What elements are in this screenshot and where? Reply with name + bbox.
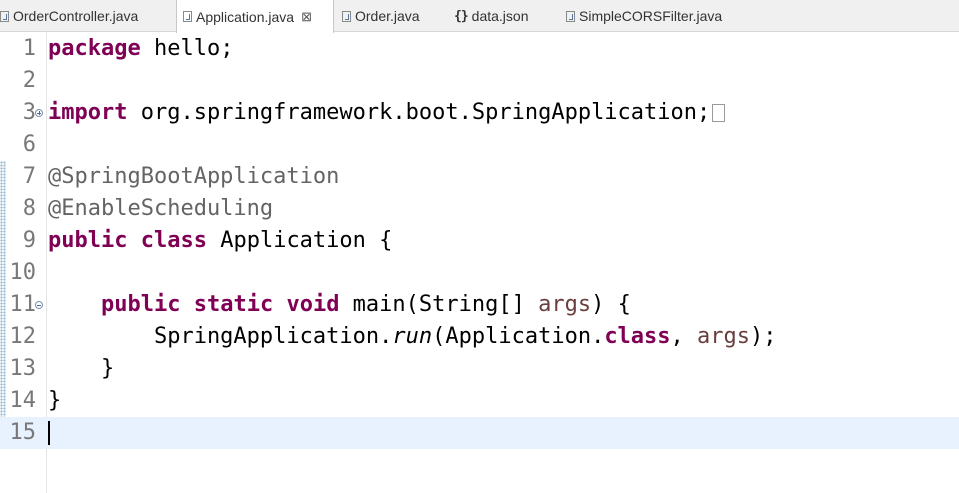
tab-application-java[interactable]: Application.java ⊠	[176, 0, 334, 33]
code-text: @SpringBootApplication	[48, 161, 339, 193]
code-token: @SpringBootApplication	[48, 164, 340, 189]
code-line[interactable]: 7 @SpringBootApplication	[0, 161, 959, 193]
line-number: 7	[22, 164, 36, 189]
code-text: public class Application {	[48, 225, 392, 257]
code-editor[interactable]: 1 package hello; 2 3 import org.springframew…	[0, 32, 959, 493]
json-file-icon: {}	[454, 8, 469, 24]
code-line[interactable]: 3 import org.springframework.boot.SpringA…	[0, 97, 959, 129]
line-number: 12	[9, 324, 37, 349]
code-line[interactable]: 10	[0, 257, 959, 289]
code-line[interactable]: 9 public class Application {	[0, 225, 959, 257]
code-token: ) {	[591, 292, 631, 317]
code-line[interactable]: 13 }	[0, 353, 959, 385]
code-line[interactable]: 2	[0, 65, 959, 97]
tab-label: Order.java	[355, 8, 420, 24]
code-token: run	[392, 324, 433, 349]
line-number: 9	[22, 228, 36, 253]
code-token: class	[604, 324, 671, 349]
java-file-icon	[566, 10, 575, 22]
code-token: (Application.	[432, 324, 605, 349]
code-token: hello;	[140, 36, 234, 61]
java-file-icon	[0, 10, 9, 22]
java-file-icon	[342, 10, 351, 22]
code-line-current[interactable]: 15	[0, 417, 959, 449]
code-token: Application {	[206, 228, 393, 253]
code-line[interactable]: 12 SpringApplication.run(Application.cla…	[0, 321, 959, 353]
code-line[interactable]: 11 public static void main(String[] args…	[0, 289, 959, 321]
code-line[interactable]: 1 package hello;	[0, 33, 959, 65]
line-number: 1	[22, 36, 36, 61]
editor-tab-bar: OrderController.java Application.java ⊠ Ord…	[0, 0, 959, 33]
tab-ordercontroller-java[interactable]: OrderController.java	[0, 0, 172, 32]
code-token: void	[286, 292, 340, 317]
code-token: public	[100, 292, 181, 317]
tab-label: Application.java	[196, 8, 295, 25]
code-token: package	[48, 36, 141, 61]
tab-label: OrderController.java	[13, 8, 139, 24]
line-number: 11	[9, 292, 37, 317]
code-token: args	[538, 292, 592, 317]
code-line[interactable]: 14}	[0, 385, 959, 417]
line-number: 14	[9, 388, 37, 413]
code-token: SpringApplication.	[48, 324, 393, 349]
code-line[interactable]: 8 @EnableScheduling	[0, 193, 959, 225]
code-token: import	[48, 100, 128, 125]
java-file-icon	[183, 11, 192, 22]
code-token: static	[193, 292, 274, 317]
line-number: 3	[22, 100, 36, 125]
code-text: @EnableScheduling	[48, 193, 273, 225]
code-token: ,	[670, 324, 698, 349]
code-token: }	[48, 388, 62, 413]
line-number: 10	[9, 260, 37, 285]
code-text: public static void main(String[] args) {	[48, 289, 631, 321]
tab-label: SimpleCORSFilter.java	[579, 8, 723, 24]
code-text: SpringApplication.run(Application.class,…	[48, 321, 777, 353]
text-cursor	[48, 421, 50, 445]
close-tab-icon[interactable]: ⊠	[301, 9, 312, 25]
tab-simplecorsfilter-java[interactable]: SimpleCORSFilter.java	[560, 0, 740, 32]
code-text: import org.springframework.boot.SpringAp…	[48, 97, 726, 129]
tab-order-java[interactable]: Order.java	[336, 0, 444, 32]
collapsed-imports-marker[interactable]	[712, 104, 726, 122]
code-token: public	[48, 228, 128, 253]
code-token: org.springframework.boot.SpringApplicati…	[127, 100, 711, 125]
line-number: 6	[22, 132, 36, 157]
line-number: 8	[22, 196, 36, 221]
expand-fold-icon[interactable]	[35, 109, 43, 117]
line-number: 2	[22, 68, 36, 93]
collapse-fold-icon[interactable]	[35, 301, 43, 309]
code-text: }	[48, 385, 61, 417]
code-token: );	[750, 324, 777, 349]
line-number: 15	[9, 420, 37, 445]
code-token: class	[140, 228, 207, 253]
line-number: 13	[9, 356, 37, 381]
tab-label: data.json	[471, 8, 529, 24]
tab-data-json[interactable]: {} data.json	[448, 0, 556, 32]
code-text: }	[48, 353, 114, 385]
code-token: args	[697, 324, 751, 349]
code-token: }	[48, 356, 115, 381]
code-token: main(String[]	[339, 292, 539, 317]
code-text: package hello;	[48, 33, 233, 65]
code-line[interactable]: 6	[0, 129, 959, 161]
code-token: @EnableScheduling	[48, 196, 274, 221]
